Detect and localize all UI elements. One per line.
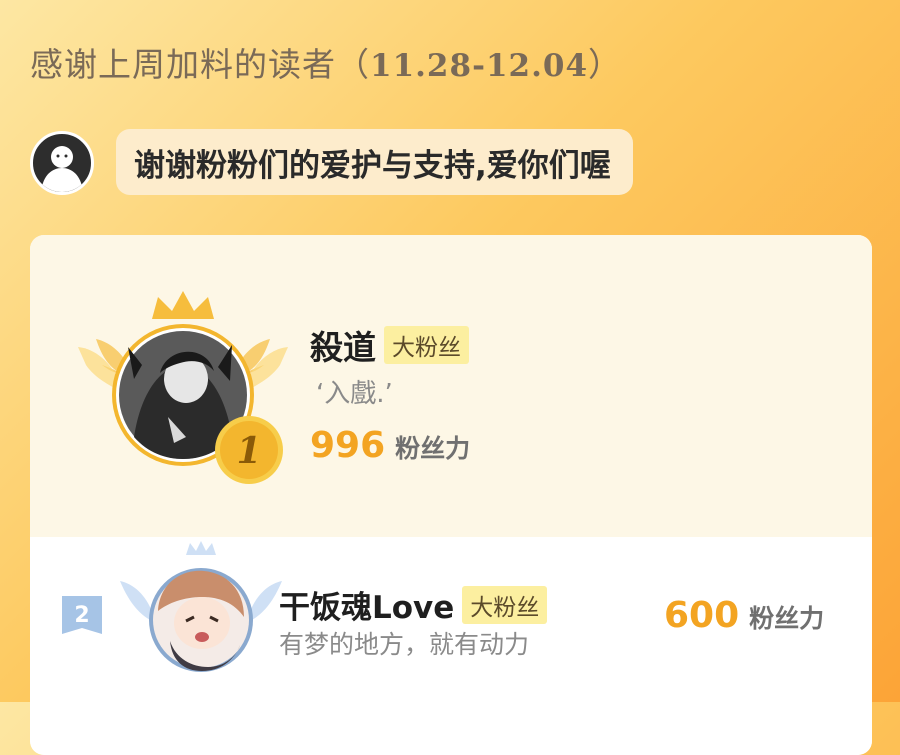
fan-score-unit: 粉丝力 [749,604,825,633]
ranking-row-1[interactable]: 1 殺道 大粉丝 ‘入戲.’ 996 粉丝力 [30,235,872,537]
fan-level-badge: 大粉丝 [384,326,469,364]
fan-score-value: 996 [310,425,386,466]
fan-score: 600 粉丝力 [664,595,824,636]
fan-score-unit: 粉丝力 [395,434,471,463]
fan-name[interactable]: 殺道 [310,321,376,369]
owner-message: 谢谢粉粉们的爱护与支持,爱你们喔 [116,129,633,195]
small-crown-icon [186,541,216,555]
owner-avatar[interactable] [30,131,94,195]
fan-name[interactable]: 干饭魂Love [279,582,454,627]
fan-motto: 有梦的地方，就有动力 [279,630,530,659]
fan-motto: ‘入戲.’ [316,379,393,409]
ranking-card: 1 殺道 大粉丝 ‘入戲.’ 996 粉丝力 2 干饭魂Love 大粉丝 有梦的… [30,235,872,755]
rank-2-avatar-frame [120,541,282,672]
rank-1-medal-number: 1 [236,430,261,472]
date-range: 11.28-12.04 [370,48,589,84]
fan-level-badge: 大粉丝 [462,585,548,624]
ghost-icon [41,146,83,192]
svg-text:2: 2 [74,603,89,628]
fan-score-value: 600 [664,595,740,636]
ranking-row-2[interactable]: 2 干饭魂Love 大粉丝 有梦的地方，就有动力 600 粉丝力 [30,537,872,755]
rank-2-badge: 2 [62,596,102,634]
page-title: 感谢上周加料的读者（11.28-12.04） [30,45,623,84]
rank-1-avatar-frame: 1 [78,291,288,484]
crown-icon [152,291,214,319]
fan-score: 996 粉丝力 [310,425,470,466]
